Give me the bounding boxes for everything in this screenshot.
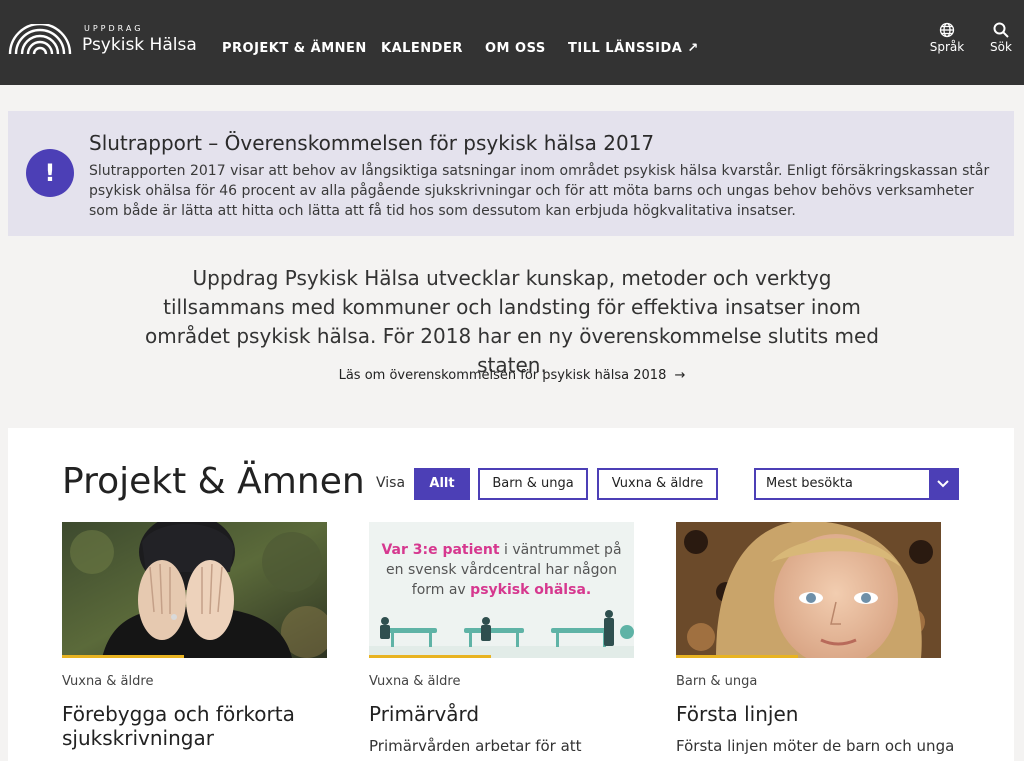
nav-projekt-amnen[interactable]: PROJEKT & ÄMNEN <box>222 41 367 56</box>
intro-read-more-link[interactable]: Läs om överenskommelsen för psykisk häls… <box>0 368 1024 383</box>
logo-small-text: UPPDRAG <box>84 24 144 33</box>
card-category: Vuxna & äldre <box>369 674 461 689</box>
card-title[interactable]: Primärvård <box>369 702 639 726</box>
alert-icon: ! <box>26 149 74 197</box>
filter-vuxna-aldre-button[interactable]: Vuxna & äldre <box>597 468 718 500</box>
external-link-icon: ↗ <box>687 41 699 56</box>
card-title[interactable]: Förebygga och förkorta sjukskrivningar <box>62 702 332 750</box>
filter-all-button[interactable]: Allt <box>414 468 470 500</box>
card-title[interactable]: Första linjen <box>676 702 946 726</box>
card-image-woman-hands <box>62 522 327 658</box>
card-accent-bar <box>369 655 491 658</box>
card-image-girl-portrait <box>676 522 941 658</box>
alert-body: Slutrapporten 2017 visar att behov av lå… <box>89 163 990 219</box>
search-label: Sök <box>990 40 1012 54</box>
arrow-right-icon: → <box>674 368 686 383</box>
language-button[interactable]: Språk <box>927 22 967 54</box>
globe-icon <box>939 22 955 38</box>
sort-select[interactable]: Mest besökta <box>754 468 959 500</box>
card-category: Barn & unga <box>676 674 758 689</box>
language-label: Språk <box>929 40 965 54</box>
intro-text: Uppdrag Psykisk Hälsa utvecklar kunskap,… <box>144 266 880 377</box>
alert-title[interactable]: Slutrapport – Överenskommelsen för psyki… <box>89 131 654 155</box>
card-accent-bar <box>62 655 184 658</box>
chevron-down-icon <box>937 480 949 488</box>
card-image-waiting-room-poster: Var 3:e patient i väntrummet på en svens… <box>369 522 634 658</box>
card-category: Vuxna & äldre <box>62 674 154 689</box>
logo-arcs-icon <box>8 24 72 55</box>
card-excerpt: Primärvården arbetar för att <box>369 737 582 755</box>
search-icon <box>993 22 1009 38</box>
sort-select-toggle[interactable] <box>929 470 957 498</box>
projects-panel: Projekt & Ämnen Visa Allt Barn & unga Vu… <box>8 428 1014 761</box>
logo-title: Psykisk Hälsa <box>82 35 197 55</box>
alert-banner: ! Slutrapport – Överenskommelsen för psy… <box>8 111 1014 236</box>
filter-label: Visa <box>376 475 406 491</box>
card-excerpt: Första linjen möter de barn och unga <box>676 737 955 755</box>
nav-om-oss[interactable]: OM OSS <box>485 41 546 56</box>
site-header: UPPDRAG Psykisk Hälsa PROJEKT & ÄMNEN KA… <box>0 0 1024 85</box>
site-logo[interactable]: UPPDRAG Psykisk Hälsa <box>8 20 197 62</box>
sort-select-value: Mest besökta <box>766 476 853 491</box>
nav-till-lanssida-label: TILL LÄNSSIDA <box>568 41 683 56</box>
filter-barn-unga-button[interactable]: Barn & unga <box>478 468 588 500</box>
section-title: Projekt & Ämnen <box>62 461 365 502</box>
nav-till-lanssida[interactable]: TILL LÄNSSIDA ↗ <box>568 41 699 56</box>
card-accent-bar <box>676 655 798 658</box>
nav-kalender[interactable]: KALENDER <box>381 41 463 56</box>
intro-link-label: Läs om överenskommelsen för psykisk häls… <box>338 368 667 383</box>
search-button[interactable]: Sök <box>981 22 1021 54</box>
